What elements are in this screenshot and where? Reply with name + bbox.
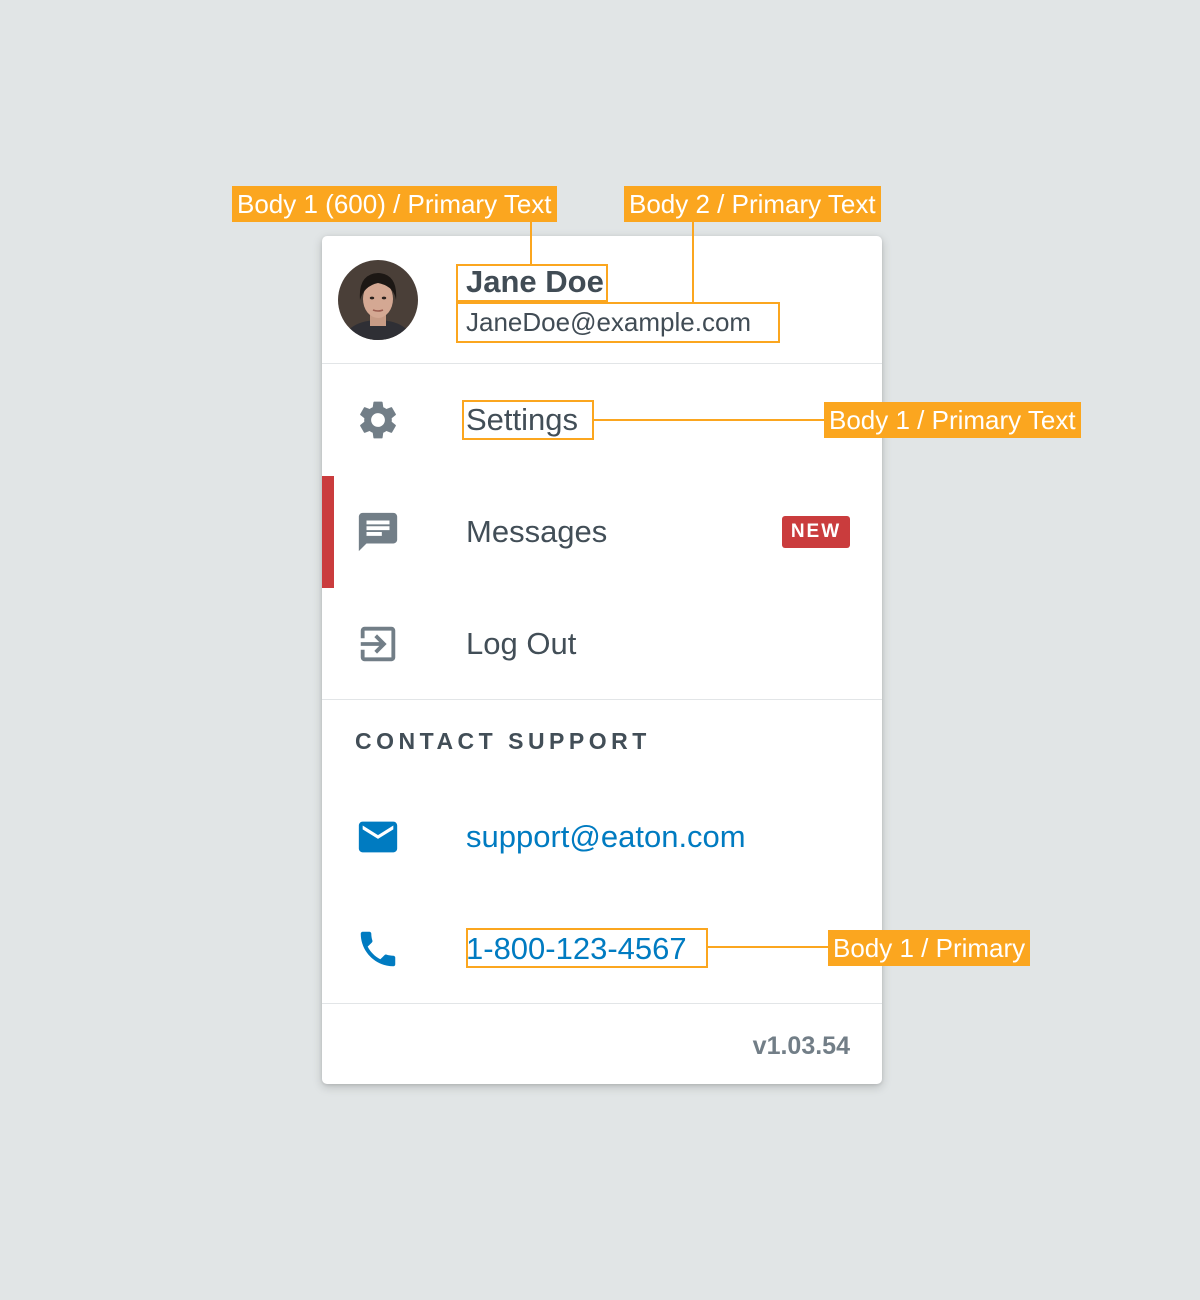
support-email-link[interactable]: support@eaton.com (466, 818, 746, 856)
annotation-leader (594, 419, 824, 421)
contact-support-header: CONTACT SUPPORT (355, 728, 651, 754)
annotation-leader (708, 946, 828, 948)
avatar-image (338, 260, 418, 340)
annotation-nav-style: Body 1 / Primary Text (824, 402, 1081, 438)
nav-item-label: Messages (466, 514, 608, 549)
annotation-box-email (456, 302, 780, 343)
nav-item-label: Log Out (466, 626, 577, 661)
email-icon (355, 814, 401, 860)
avatar (338, 260, 418, 340)
active-indicator (322, 476, 334, 588)
annotation-box-phone (466, 928, 708, 968)
annotation-email-style: Body 2 / Primary Text (624, 186, 881, 222)
annotation-box-name (456, 264, 608, 302)
new-badge: NEW (782, 516, 850, 548)
gear-icon (355, 397, 401, 443)
annotation-leader (692, 222, 694, 302)
nav-divider (322, 699, 882, 700)
annotation-leader (530, 222, 532, 264)
nav-item-logout[interactable]: Log Out (322, 588, 882, 700)
footer-divider (322, 1003, 882, 1004)
phone-icon (355, 926, 401, 972)
support-email-item[interactable]: support@eaton.com (322, 781, 882, 893)
annotation-box-settings (462, 400, 594, 440)
annotation-name-style: Body 1 (600) / Primary Text (232, 186, 557, 222)
message-icon (355, 509, 401, 555)
annotation-phone-style: Body 1 / Primary (828, 930, 1031, 966)
app-version: v1.03.54 (752, 1032, 850, 1060)
logout-icon (355, 621, 401, 667)
nav-item-messages[interactable]: Messages NEW (322, 476, 882, 588)
